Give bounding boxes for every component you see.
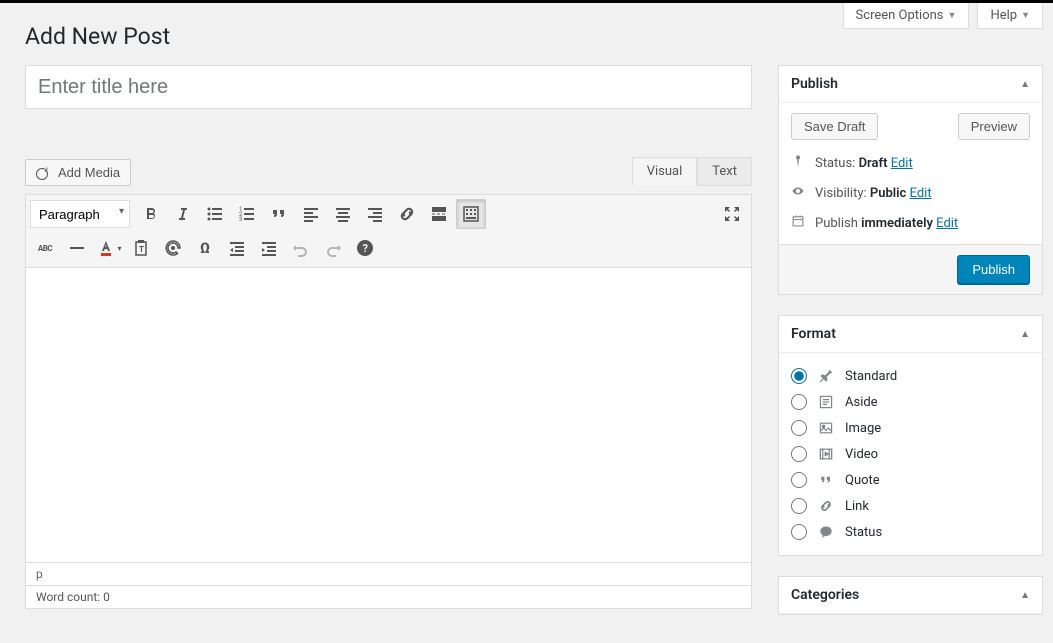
tab-visual[interactable]: Visual [632,157,698,186]
aside-icon [817,394,835,410]
add-media-button[interactable]: Add Media [25,159,131,186]
tab-text[interactable]: Text [697,157,752,186]
read-more-button[interactable] [424,199,454,229]
media-icon [36,166,52,180]
collapse-icon: ▲ [1020,79,1030,90]
eye-icon [791,184,807,202]
paste-text-button[interactable]: T [126,233,156,263]
calendar-icon [791,214,807,232]
chevron-down-icon: ▼ [1021,10,1030,21]
fullscreen-button[interactable] [717,199,747,229]
editor-toolbar: Paragraph 123 ABC ▾ T Ω [25,194,752,268]
editor-path: p [25,563,752,586]
help-tab[interactable]: Help▼ [977,3,1043,29]
align-left-button[interactable] [296,199,326,229]
publish-button[interactable]: Publish [957,255,1030,284]
publish-metabox: Publish ▲ Save Draft Preview Status: Dra… [778,65,1043,295]
link-button[interactable] [392,199,422,229]
edit-visibility-link[interactable]: Edit [910,186,932,201]
text-color-button[interactable]: ▾ [94,233,124,263]
clear-formatting-button[interactable] [158,233,188,263]
format-metabox: Format ▲ Standard Aside Image Video Quot… [778,315,1043,556]
format-metabox-header[interactable]: Format ▲ [779,316,1042,353]
post-title-input[interactable] [25,65,752,109]
publish-metabox-header[interactable]: Publish ▲ [779,66,1042,103]
format-radio-video[interactable] [791,446,807,462]
pushpin-icon [817,368,835,384]
editor-content-area[interactable] [25,268,752,563]
help-button[interactable]: ? [350,233,380,263]
strikethrough-button[interactable]: ABC [30,233,60,263]
word-count: Word count: 0 [25,586,752,609]
special-character-button[interactable]: Ω [190,233,220,263]
format-radio-quote[interactable] [791,472,807,488]
undo-button[interactable] [286,233,316,263]
format-radio-image[interactable] [791,420,807,436]
categories-metabox-header[interactable]: Categories ▲ [779,577,1042,614]
link-icon [817,498,835,514]
format-radio-status[interactable] [791,524,807,540]
paragraph-format-select[interactable]: Paragraph [30,200,130,228]
save-draft-button[interactable]: Save Draft [791,113,878,140]
pin-icon [791,154,807,172]
format-radio-standard[interactable] [791,368,807,384]
status-icon [817,524,835,540]
italic-button[interactable] [168,199,198,229]
edit-status-link[interactable]: Edit [891,156,913,171]
collapse-icon: ▲ [1020,590,1030,601]
indent-button[interactable] [254,233,284,263]
image-icon [817,420,835,436]
screen-options-tab[interactable]: Screen Options▼ [843,3,970,29]
horizontal-rule-button[interactable] [62,233,92,263]
bullet-list-button[interactable] [200,199,230,229]
chevron-down-icon: ▼ [948,10,957,21]
align-center-button[interactable] [328,199,358,229]
svg-text:3: 3 [239,216,242,223]
align-right-button[interactable] [360,199,390,229]
collapse-icon: ▲ [1020,329,1030,340]
video-icon [817,446,835,462]
blockquote-button[interactable] [264,199,294,229]
categories-metabox: Categories ▲ [778,576,1043,615]
outdent-button[interactable] [222,233,252,263]
edit-schedule-link[interactable]: Edit [936,216,958,231]
preview-button[interactable]: Preview [958,113,1030,140]
abc-icon: ABC [38,244,52,253]
redo-button[interactable] [318,233,348,263]
svg-text:?: ? [363,242,369,255]
format-radio-link[interactable] [791,498,807,514]
toolbar-toggle-button[interactable] [456,199,486,229]
numbered-list-button[interactable]: 123 [232,199,262,229]
quote-icon [817,472,835,488]
svg-text:T: T [139,245,144,254]
bold-button[interactable] [136,199,166,229]
format-radio-aside[interactable] [791,394,807,410]
